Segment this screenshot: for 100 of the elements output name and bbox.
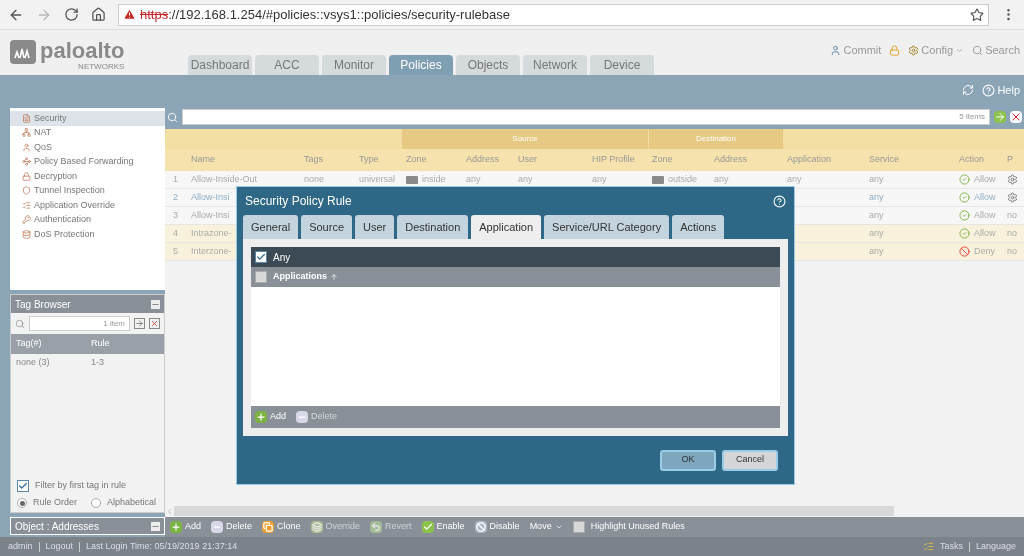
column-header[interactable]: Name	[187, 153, 300, 167]
commit-link[interactable]: Commit	[843, 41, 882, 59]
network-icon	[22, 128, 31, 138]
column-header[interactable]: Tag(#)	[11, 337, 86, 351]
bookmark-star-icon[interactable]	[970, 7, 984, 22]
search-link[interactable]: Search	[985, 41, 1020, 59]
minus-icon	[296, 411, 308, 423]
dialog-tab[interactable]: Actions	[672, 215, 725, 239]
nav-tab[interactable]: Device	[590, 55, 654, 75]
apply-filter-icon[interactable]	[134, 318, 145, 329]
dialog-tab[interactable]: Application	[471, 215, 542, 239]
lock-icon[interactable]	[889, 44, 901, 56]
column-header[interactable]: Action	[955, 153, 1003, 167]
policy-nav-item[interactable]: QoS	[10, 140, 165, 155]
policy-nav-item[interactable]: Authentication	[10, 212, 165, 227]
nav-tab[interactable]: Policies	[389, 55, 453, 75]
column-header[interactable]: Applications	[273, 270, 338, 284]
nav-tab[interactable]: Dashboard	[188, 55, 252, 75]
dialog-title: Security Policy Rule	[245, 193, 352, 210]
table-cell-text: Allow	[974, 208, 996, 222]
nav-tab[interactable]: Network	[523, 55, 587, 75]
toolbar-button[interactable]: Add	[170, 520, 201, 534]
table-cell-text: Allow-Insi	[191, 208, 230, 222]
filter-field[interactable]: 5 items	[182, 109, 990, 125]
column-header[interactable]: Address	[462, 153, 514, 167]
nav-tab[interactable]: Objects	[456, 55, 520, 75]
policy-nav-item[interactable]: Security	[10, 111, 165, 126]
language-link[interactable]: Language	[975, 539, 1016, 554]
table-cell-text: any	[714, 172, 729, 186]
table-cell-text: any	[466, 172, 481, 186]
tag-search-field[interactable]: 1 item	[29, 316, 130, 331]
column-header[interactable]: Type	[355, 153, 402, 167]
dialog-tab[interactable]: Service/URL Category	[544, 215, 670, 239]
table-cell-text: any	[869, 208, 884, 222]
rule-row[interactable]: 1 Allow-Inside-Out none universal inside any any any outside any any any Allow	[165, 171, 1024, 189]
check-icon	[421, 521, 434, 533]
policy-nav-item[interactable]: Policy Based Forwarding	[10, 154, 165, 169]
dialog-button[interactable]: Cancel	[722, 449, 778, 471]
column-header[interactable]: HIP Profile	[588, 153, 648, 167]
toolbar-button[interactable]: Disable	[474, 520, 520, 534]
reload-icon[interactable]	[64, 7, 79, 22]
select-all-checkbox[interactable]	[255, 271, 267, 283]
policy-nav-item[interactable]: Decryption	[10, 169, 165, 184]
toolbar-button[interactable]: Delete	[211, 520, 253, 534]
table-cell-text: no	[1007, 226, 1017, 240]
policy-nav-item[interactable]: Tunnel Inspection	[10, 183, 165, 198]
dialog-button[interactable]: OK	[660, 449, 716, 471]
column-header[interactable]: Zone	[648, 153, 710, 167]
address-bar[interactable]: https://192.168.1.254/#policies::vsys1::policies/security-rulebase	[118, 3, 989, 26]
checkbox-label: Filter by first tag in rule	[35, 479, 127, 493]
toolbar-button[interactable]: Clone	[262, 520, 301, 534]
column-header[interactable]: User	[514, 153, 588, 167]
horizontal-scrollbar[interactable]	[174, 506, 894, 516]
table-cell-text: none (3)	[15, 356, 51, 370]
toolbar-button[interactable]: Enable	[421, 520, 465, 534]
search-icon	[972, 44, 984, 56]
column-header[interactable]: Application	[783, 153, 865, 167]
toolbar-button[interactable]: Move	[529, 520, 563, 534]
help-icon[interactable]	[982, 83, 996, 97]
help-icon[interactable]	[773, 194, 786, 208]
warning-icon	[123, 8, 136, 21]
clear-filter-icon[interactable]	[1010, 111, 1022, 123]
list-action-button[interactable]: Add	[255, 410, 286, 424]
column-header[interactable]: Zone	[402, 153, 462, 167]
any-checkbox[interactable]	[255, 251, 267, 263]
policy-nav-item[interactable]: Application Override	[10, 198, 165, 213]
table-cell-text: any	[787, 172, 802, 186]
home-icon[interactable]	[91, 7, 106, 22]
nav-tab[interactable]: ACC	[255, 55, 319, 75]
layers-icon	[310, 521, 323, 533]
policy-nav-item[interactable]: NAT	[10, 125, 165, 140]
dialog-tab[interactable]: Destination	[397, 215, 469, 239]
collapse-icon[interactable]	[151, 299, 160, 309]
table-cell-text: universal	[359, 172, 396, 186]
dialog-tab[interactable]: Source	[301, 215, 352, 239]
dialog-tab[interactable]: General	[243, 215, 299, 239]
nav-tab[interactable]: Monitor	[322, 55, 386, 75]
row-number: 1	[172, 172, 179, 186]
refresh-icon[interactable]	[962, 84, 975, 96]
column-header[interactable]: P	[1003, 153, 1024, 167]
policy-nav-item[interactable]: DoS Protection	[10, 227, 165, 242]
dialog-tab[interactable]: User	[355, 215, 395, 239]
filter-checkbox[interactable]	[17, 480, 29, 492]
column-header[interactable]: Service	[865, 153, 955, 167]
radio-button[interactable]	[17, 498, 27, 508]
column-header[interactable]: Address	[710, 153, 783, 167]
table-cell-text: Allow-Insi	[191, 190, 230, 204]
collapse-icon[interactable]	[151, 521, 160, 531]
highlight-checkbox[interactable]	[572, 521, 585, 533]
radio-button[interactable]	[91, 498, 101, 508]
config-menu[interactable]: Config	[921, 41, 954, 59]
column-header[interactable]: Rule	[86, 337, 164, 351]
checkbox-label: Any	[273, 250, 291, 265]
tasks-link[interactable]: Tasks	[939, 539, 963, 554]
help-link[interactable]: Help	[997, 81, 1020, 99]
logout-link[interactable]: Logout	[45, 539, 74, 554]
column-header[interactable]: Tags	[300, 153, 355, 167]
clear-filter-icon[interactable]	[149, 318, 160, 329]
plus-icon	[255, 411, 267, 423]
apply-filter-icon[interactable]	[994, 111, 1006, 123]
